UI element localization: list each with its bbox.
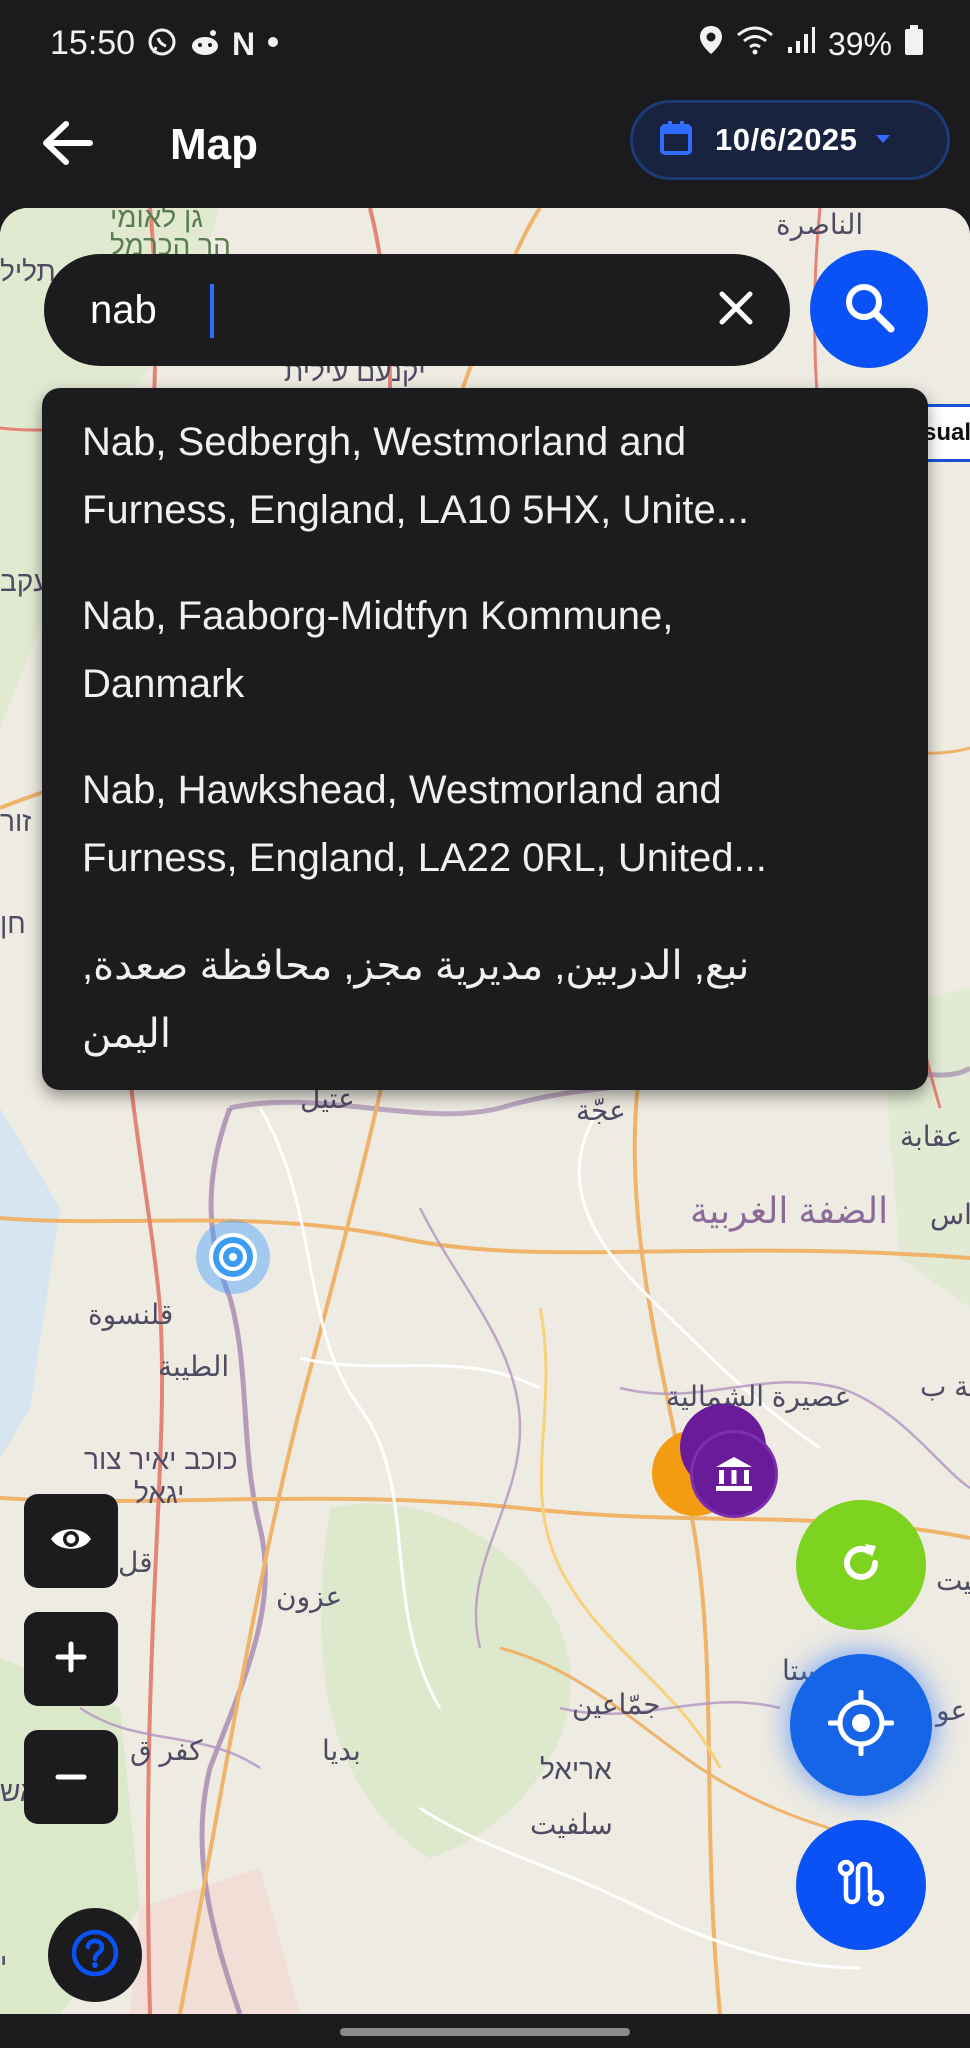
help-button[interactable] <box>48 1908 142 2002</box>
map-label: כוכב יאיר צור <box>84 1444 238 1475</box>
visibility-toggle-button[interactable] <box>24 1494 118 1588</box>
status-notification-icons: N <box>146 26 281 63</box>
suggestion-line: Nab, Sedbergh, Westmorland and <box>82 420 687 464</box>
back-button[interactable] <box>34 112 100 178</box>
search-button[interactable] <box>810 250 928 368</box>
suggestion-item[interactable]: Nab, Faaborg-Midtfyn Kommune, Danmark <box>82 582 902 718</box>
calendar-icon <box>659 120 693 161</box>
map-label: אריאל <box>540 1754 612 1785</box>
map-label: بيت <box>936 1565 970 1596</box>
date-picker-button[interactable]: 10/6/2025 <box>630 100 950 180</box>
refresh-button[interactable] <box>796 1500 926 1630</box>
search-icon <box>841 279 897 340</box>
app-bar: Map 10/6/2025 <box>0 92 970 208</box>
battery-icon <box>904 24 924 64</box>
date-value: 10/6/2025 <box>715 122 858 157</box>
status-time: 15:50 <box>50 24 136 62</box>
reddit-icon <box>188 26 222 63</box>
suggestion-line: Nab, Hawkshead, Westmorland and <box>82 768 722 812</box>
netflix-icon: N <box>232 26 256 62</box>
zoom-in-button[interactable] <box>24 1612 118 1706</box>
location-marker[interactable] <box>196 1220 270 1294</box>
signal-icon <box>786 25 816 63</box>
minus-icon <box>55 1768 87 1786</box>
suggestion-line: Furness, England, LA10 5HX, Unite... <box>82 488 750 532</box>
suggestion-item[interactable]: Nab, Sedbergh, Westmorland and Furness, … <box>82 408 902 544</box>
map-label: תליל <box>0 256 56 287</box>
page-title: Map <box>170 120 258 169</box>
map-label: عجّة <box>576 1095 626 1126</box>
location-icon <box>698 24 724 64</box>
map-label: יגאל <box>134 1478 185 1509</box>
map-label: كفر ق <box>130 1735 203 1766</box>
map-label: عو <box>936 1695 968 1726</box>
crosshair-icon <box>827 1689 895 1761</box>
battery-percent: 39% <box>827 25 892 62</box>
zoom-out-button[interactable] <box>24 1730 118 1824</box>
system-nav-bar <box>0 2014 970 2048</box>
eye-icon <box>49 1524 93 1559</box>
whatsapp-icon <box>146 26 178 63</box>
map-label: قلنسوة <box>88 1299 174 1330</box>
dot-icon <box>265 34 281 55</box>
map-label: الطيبة <box>158 1351 230 1382</box>
map-label: قة ب <box>920 1371 970 1402</box>
suggestion-line: Nab, Faaborg-Midtfyn Kommune, <box>82 594 674 638</box>
suggestion-line: اليمن <box>82 1012 171 1056</box>
suggestion-line: Danmark <box>82 662 245 706</box>
text-cursor <box>210 284 214 338</box>
suggestion-line: نبع, الدربين, مديرية مجز, محافظة صعدة, <box>82 944 750 988</box>
help-icon <box>70 1928 120 1983</box>
refresh-icon <box>836 1538 886 1593</box>
search-suggestions: Nab, Sedbergh, Westmorland and Furness, … <box>42 388 928 1090</box>
wifi-icon <box>736 25 774 63</box>
route-button[interactable] <box>796 1820 926 1950</box>
status-bar: 15:50 N 39% <box>0 0 970 92</box>
search-input[interactable] <box>90 278 650 342</box>
map-label: قل <box>118 1547 153 1578</box>
chevron-down-icon <box>875 131 891 149</box>
map-label: سلفيت <box>530 1809 613 1840</box>
suggestion-item[interactable]: Nab, Hawkshead, Westmorland and Furness,… <box>82 756 902 892</box>
map-label: י <box>0 1948 8 1979</box>
map-label: الضفة الغربية <box>690 1190 889 1231</box>
clear-search-button[interactable] <box>708 282 764 338</box>
my-location-button[interactable] <box>790 1654 932 1796</box>
search-bar <box>44 254 790 366</box>
museum-icon <box>716 1457 752 1491</box>
map-label: جمّاعين <box>572 1689 661 1720</box>
map-label: זור <box>0 806 32 837</box>
map-label: بديا <box>322 1735 361 1766</box>
map-label: عزون <box>276 1581 343 1612</box>
suggestion-line: Furness, England, LA22 0RL, United... <box>82 836 767 880</box>
target-icon <box>209 1233 257 1281</box>
plus-icon <box>55 1641 87 1678</box>
map-label: عصيرة الشمالية <box>666 1381 852 1412</box>
home-gesture-pill[interactable] <box>340 2028 630 2036</box>
status-system-icons: 39% <box>698 24 924 64</box>
map-label: اس <box>930 1199 970 1230</box>
map-label: عقابة <box>900 1121 963 1152</box>
poi-marker-museum[interactable] <box>690 1430 778 1518</box>
map-label: חן <box>0 908 26 939</box>
suggestion-item[interactable]: نبع, الدربين, مديرية مجز, محافظة صعدة, ا… <box>82 932 902 1068</box>
map-label: الناصرة <box>776 209 864 240</box>
close-icon <box>719 291 753 330</box>
route-icon <box>834 1856 888 1915</box>
arrow-left-icon <box>40 118 94 173</box>
